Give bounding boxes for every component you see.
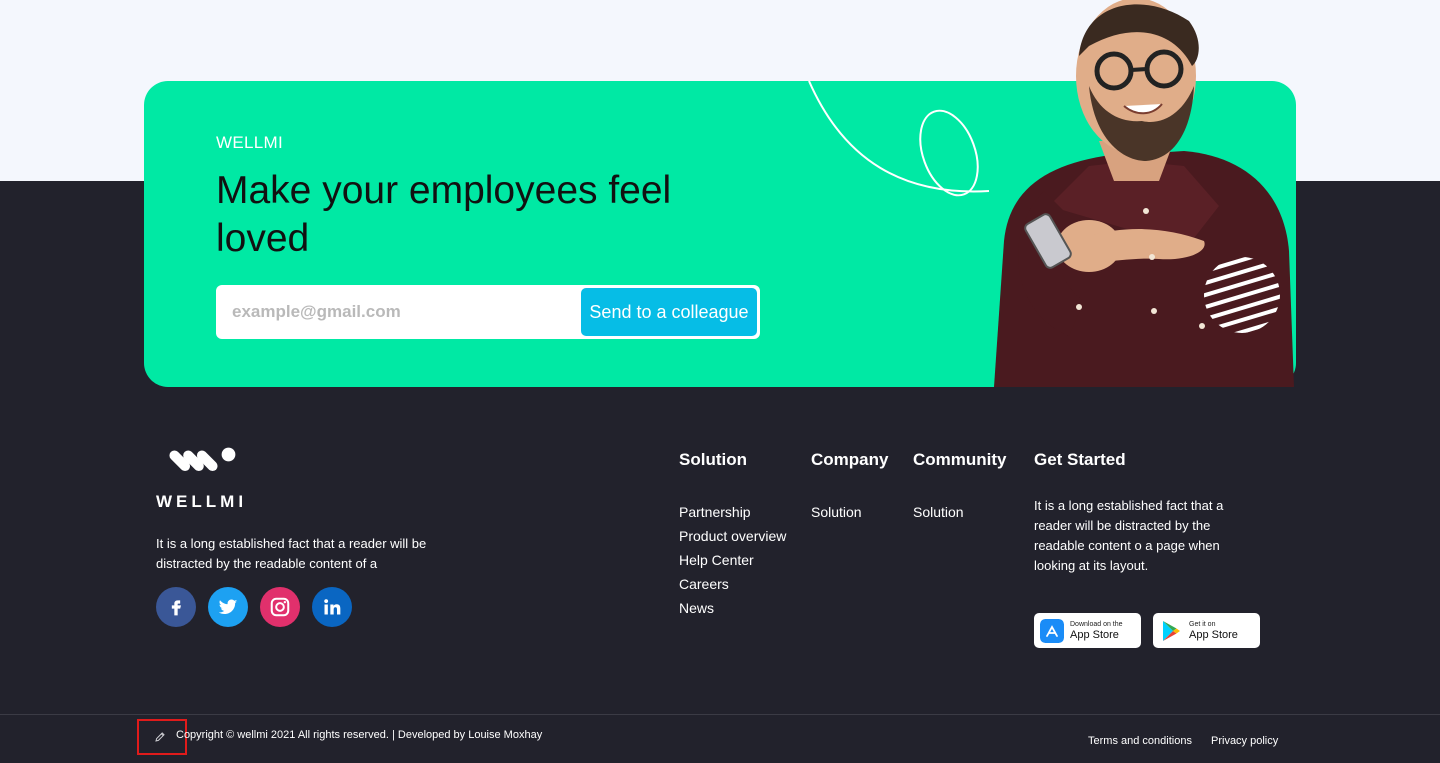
company-links: Solution xyxy=(811,500,862,524)
cta-eyebrow: WELLMI xyxy=(216,133,283,152)
get-started-text: It is a long established fact that a rea… xyxy=(1034,498,1224,573)
instagram-icon[interactable] xyxy=(260,587,300,627)
community-links: Solution xyxy=(913,500,964,524)
facebook-icon[interactable] xyxy=(156,587,196,627)
pencil-icon[interactable] xyxy=(154,731,166,743)
link-community-solution[interactable]: Solution xyxy=(913,500,964,524)
invite-form: Send to a colleague xyxy=(216,285,760,339)
community-heading: Community xyxy=(913,450,1007,469)
google-play-small-text: Get it on xyxy=(1189,620,1216,628)
twitter-icon[interactable] xyxy=(208,587,248,627)
solution-links: Partnership Product overview Help Center… xyxy=(679,500,786,620)
google-play-big-text: App Store xyxy=(1189,628,1238,641)
cta-card: WELLMI Make your employees feel loved Se… xyxy=(144,0,1296,387)
app-store-badge[interactable]: Download on the App Store xyxy=(1034,613,1141,648)
email-input[interactable] xyxy=(232,285,572,339)
link-partnership[interactable]: Partnership xyxy=(679,500,786,524)
google-play-badge[interactable]: Get it on App Store xyxy=(1153,613,1260,648)
google-play-icon xyxy=(1163,620,1180,641)
link-company-solution[interactable]: Solution xyxy=(811,500,862,524)
linkedin-icon[interactable] xyxy=(312,587,352,627)
link-product-overview[interactable]: Product overview xyxy=(679,524,786,548)
app-store-big-text: App Store xyxy=(1070,628,1119,641)
link-help-center[interactable]: Help Center xyxy=(679,548,786,572)
send-to-colleague-button[interactable]: Send to a colleague xyxy=(580,287,758,337)
cta-title: Make your employees feel loved xyxy=(216,169,672,260)
terms-link[interactable]: Terms and conditions xyxy=(1088,735,1192,747)
copyright-text: Copyright © wellmi 2021 All rights reser… xyxy=(176,729,543,741)
wellmi-logo[interactable] xyxy=(156,447,256,487)
solution-heading: Solution xyxy=(679,450,747,469)
link-careers[interactable]: Careers xyxy=(679,572,786,596)
link-news[interactable]: News xyxy=(679,596,786,620)
striped-circle-decoration xyxy=(1204,257,1280,333)
about-text: It is a long established fact that a rea… xyxy=(156,536,427,571)
app-store-icon xyxy=(1040,618,1064,643)
app-store-small-text: Download on the xyxy=(1070,620,1123,628)
get-started-heading: Get Started xyxy=(1034,450,1126,469)
privacy-link[interactable]: Privacy policy xyxy=(1211,735,1278,747)
company-heading: Company xyxy=(811,450,889,469)
social-links xyxy=(156,587,352,627)
logo-wordmark: WELLMI xyxy=(156,492,248,511)
footer-divider xyxy=(0,714,1440,715)
